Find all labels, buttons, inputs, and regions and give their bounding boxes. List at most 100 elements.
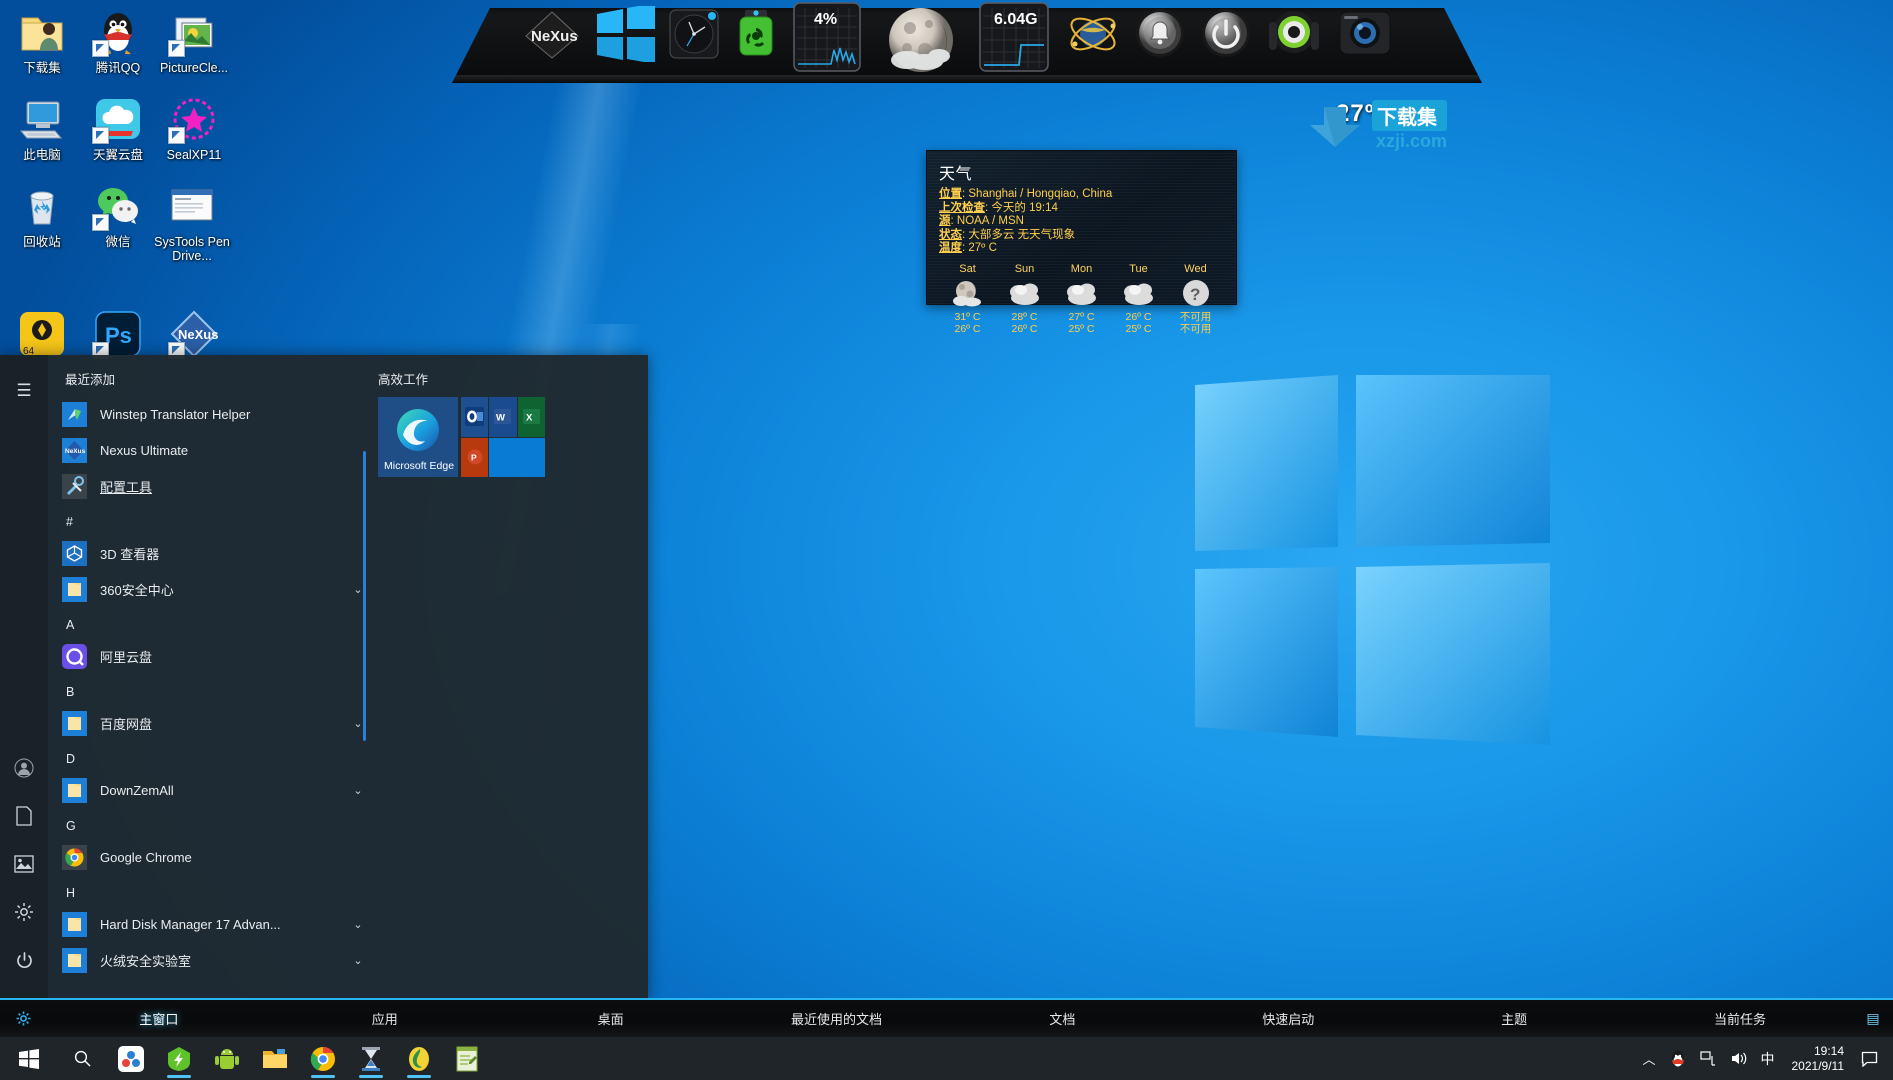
windows-start-button[interactable] (0, 1037, 57, 1080)
forecast-day[interactable]: Mon 27º C 25º C (1053, 263, 1110, 335)
desktop-icon-photoshop[interactable]: Ps (80, 310, 156, 359)
start-item-label: Nexus Ultimate (100, 442, 189, 458)
desktop-icon-ida64[interactable]: 64 (4, 310, 80, 358)
action-center-icon[interactable] (1854, 1051, 1885, 1067)
start-item-3d-viewer[interactable]: 3D 查看器 (48, 535, 368, 571)
clouds-icon (1053, 275, 1110, 311)
network-tray-icon[interactable] (1693, 1051, 1723, 1066)
ime-tray-icon[interactable]: 中 (1754, 1049, 1782, 1069)
outlook-tile[interactable] (461, 397, 489, 437)
winstep-tab-desktop[interactable]: 桌面 (498, 1009, 724, 1028)
winstep-tab-themes[interactable]: 主题 (1401, 1009, 1627, 1028)
winstep-tab-main[interactable]: 主窗口 (46, 1009, 272, 1028)
start-item-aliyun-drive[interactable]: 阿里云盘 (48, 638, 368, 674)
desktop-icon-nexus[interactable]: NeXus (156, 310, 232, 359)
winstep-tab-recent-docs[interactable]: 最近使用的文档 (724, 1009, 950, 1028)
tb-app-android[interactable] (203, 1037, 251, 1080)
user-account-icon[interactable] (0, 744, 48, 792)
desktop-icon-qq[interactable]: 腾讯QQ (80, 8, 156, 75)
search-button[interactable] (57, 1037, 107, 1080)
forecast-day[interactable]: Sun 28º C 26º C (996, 263, 1053, 335)
dock-item-power[interactable] (1201, 8, 1251, 63)
dock-item-network[interactable] (1067, 8, 1119, 65)
desktop-icon-systools[interactable]: SysTools Pen Drive... (154, 182, 230, 263)
pictures-icon[interactable] (0, 840, 48, 888)
tb-app-thunder[interactable] (395, 1037, 443, 1080)
tile-office-group: W X P (461, 397, 545, 477)
dock-item-camera[interactable] (1339, 8, 1391, 63)
desktop-icon-wechat[interactable]: 微信 (80, 182, 156, 249)
empty-tile[interactable] (489, 437, 545, 477)
taskbar-clock[interactable]: 19:14 2021/9/11 (1782, 1044, 1855, 1074)
tb-app-hourglass[interactable] (347, 1037, 395, 1080)
start-menu-app-list[interactable]: 最近添加 Winstep Translator Helper NeXus Nex… (48, 355, 368, 1000)
winstep-tab-apps[interactable]: 应用 (272, 1009, 498, 1028)
start-item-huorong-security[interactable]: 火绒安全实验室 ⌄ (48, 942, 368, 978)
tb-app-huorong[interactable] (155, 1037, 203, 1080)
gear-icon[interactable] (0, 1011, 46, 1026)
dock-item-cpu-meter[interactable]: 4% (793, 2, 861, 77)
tb-app-notepad[interactable] (443, 1037, 491, 1080)
dock-item-clock[interactable] (669, 9, 719, 64)
dock-item-audio[interactable] (1267, 8, 1321, 65)
forecast-day[interactable]: Wed ? 不可用 不可用 (1167, 263, 1224, 335)
winstep-right-icon[interactable]: ▤ (1853, 1010, 1893, 1027)
dock-item-weather-moon[interactable] (881, 2, 961, 87)
start-item-baidu-netdisk[interactable]: 百度网盘 ⌄ (48, 705, 368, 741)
start-menu-scrollbar[interactable] (363, 451, 366, 741)
taskbar[interactable]: ︿ 中 19:14 2021/9/11 (0, 1037, 1893, 1080)
start-item-winstep-translator[interactable]: Winstep Translator Helper (48, 396, 368, 432)
desktop-icon-picturecleaner[interactable]: PictureCle... (156, 8, 232, 75)
chevron-down-icon[interactable]: ⌄ (348, 954, 368, 967)
tb-app-chrome[interactable] (299, 1037, 347, 1080)
shortcut-overlay-icon (168, 127, 185, 144)
power-icon[interactable] (0, 936, 48, 984)
group-letter-g: G (66, 819, 76, 833)
settings-gear-icon[interactable] (0, 888, 48, 936)
start-item-nexus-ultimate[interactable]: NeXus Nexus Ultimate (48, 432, 368, 468)
winstep-shelf-bar[interactable]: 主窗口 应用 桌面 最近使用的文档 文档 快速启动 主题 当前任务 ▤ (0, 998, 1893, 1037)
nexus-logo-icon: NeXus (525, 11, 579, 59)
start-menu[interactable]: ☰ 最近添加 Winstep Translator Helper NeXus N… (0, 355, 648, 1000)
tianyi-cloud-icon (92, 95, 142, 144)
word-tile[interactable]: W (489, 397, 517, 437)
powerpoint-tile[interactable]: P (461, 437, 489, 477)
documents-icon[interactable] (0, 792, 48, 840)
desktop-icon-thispc[interactable]: 此电脑 (4, 95, 80, 162)
show-hidden-icons[interactable]: ︿ (1635, 1049, 1662, 1068)
dock-item-alarm[interactable] (1135, 8, 1185, 63)
hamburger-icon[interactable]: ☰ (0, 367, 48, 415)
weather-widget[interactable]: 天气 位置: Shanghai / Hongqiao, China 上次检查: … (926, 150, 1237, 335)
start-item-downzemall[interactable]: DownZemAll ⌄ (48, 772, 368, 808)
forecast-day[interactable]: Tue 26º C 25º C (1110, 263, 1167, 335)
chevron-down-icon[interactable]: ⌄ (348, 784, 368, 797)
desktop-icon-downloads[interactable]: 下载集 (4, 8, 80, 75)
tb-app-explorer[interactable] (251, 1037, 299, 1080)
desktop-icon-label: 此电脑 (23, 148, 61, 162)
chevron-down-icon[interactable]: ⌄ (348, 918, 368, 931)
excel-tile[interactable]: X (517, 397, 545, 437)
winstep-tab-current-tasks[interactable]: 当前任务 (1627, 1009, 1853, 1028)
dock-item-memory-meter[interactable]: 6.04G (979, 2, 1049, 77)
dock-item-nexus[interactable]: NeXus (524, 10, 580, 65)
dock-item-windows[interactable] (595, 3, 657, 67)
desktop-icon-tianyicloud[interactable]: 天翼云盘 (80, 95, 156, 162)
start-item-config-tools[interactable]: 配置工具 (48, 468, 368, 504)
start-item-hard-disk-manager[interactable]: Hard Disk Manager 17 Advan... ⌄ (48, 906, 368, 942)
tb-app-360[interactable] (107, 1037, 155, 1080)
winstep-tab-quicklaunch[interactable]: 快速启动 (1175, 1009, 1401, 1028)
dock-item-recycler[interactable] (733, 8, 779, 65)
start-item-360-security[interactable]: 360安全中心 ⌄ (48, 571, 368, 607)
headphones-icon (1269, 11, 1319, 53)
forecast-day[interactable]: Sat 31º C 26º C (939, 263, 996, 335)
tile-microsoft-edge[interactable]: Microsoft Edge (378, 397, 458, 477)
desktop-icon-recyclebin[interactable]: 回收站 (4, 182, 80, 249)
forecast-low: 26º C (954, 322, 981, 335)
volume-tray-icon[interactable] (1723, 1051, 1754, 1066)
qq-tray-icon[interactable] (1663, 1050, 1693, 1068)
desktop-icon-sealxp11[interactable]: SealXP11 (156, 95, 232, 162)
nexus-dock[interactable]: NeXus 4% 27º C 6.04G (452, 0, 1482, 127)
start-item-google-chrome[interactable]: Google Chrome (48, 839, 368, 875)
start-item-label: 配置工具 (100, 479, 153, 495)
winstep-tab-documents[interactable]: 文档 (950, 1009, 1176, 1028)
